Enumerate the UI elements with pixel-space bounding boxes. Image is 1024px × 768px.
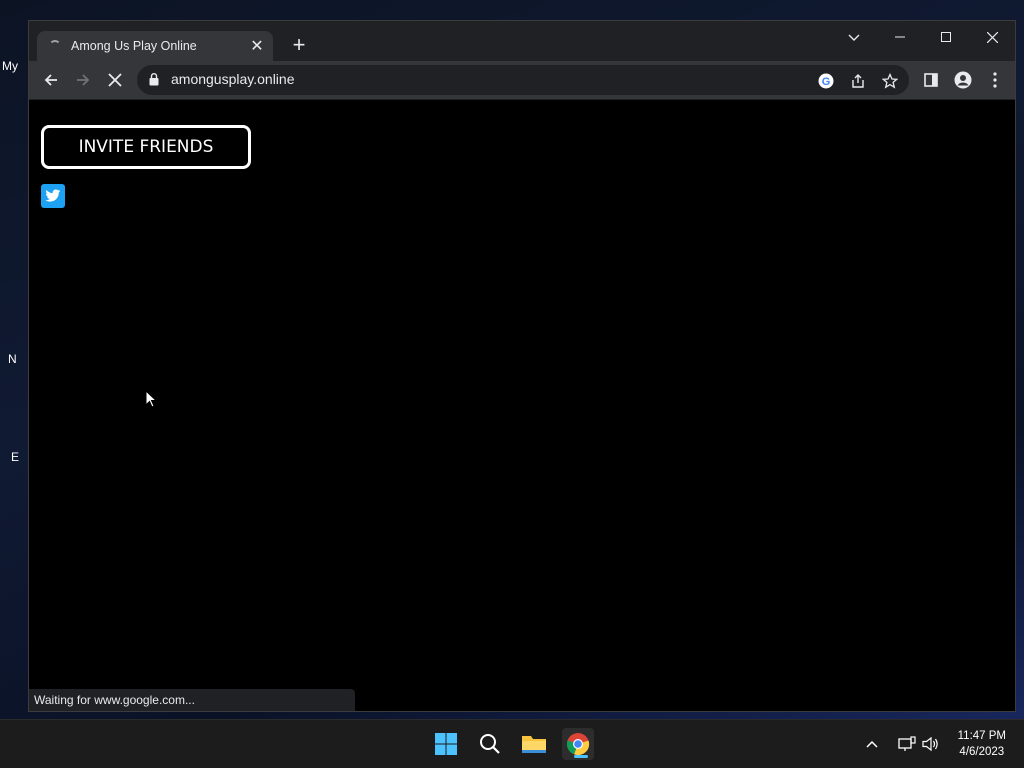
loading-spinner-icon — [49, 40, 61, 52]
browser-window: Among Us Play Online ✕ + amongusplay.onl… — [28, 20, 1016, 712]
twitter-icon[interactable] — [41, 184, 65, 208]
desktop-label-fragment: My — [2, 59, 18, 73]
address-bar[interactable]: amongusplay.online G — [137, 65, 909, 95]
windows-start-icon[interactable] — [430, 728, 462, 760]
maximize-icon — [941, 32, 951, 42]
arrow-left-icon — [44, 74, 57, 86]
file-explorer-icon[interactable] — [518, 728, 550, 760]
minimize-icon — [895, 36, 905, 38]
stop-icon — [108, 73, 122, 87]
status-bubble: Waiting for www.google.com... — [29, 689, 355, 711]
side-panel-icon — [924, 73, 938, 87]
svg-text:G: G — [822, 76, 831, 88]
volume-icon[interactable] — [922, 720, 940, 768]
clock-time: 11:47 PM — [957, 730, 1006, 742]
back-button[interactable] — [39, 68, 63, 92]
taskbar: 11:47 PM 4/6/2023 — [0, 719, 1024, 768]
clock[interactable]: 11:47 PM 4/6/2023 — [958, 728, 1006, 760]
bookmark-star-icon[interactable] — [881, 72, 899, 90]
active-indicator — [574, 755, 588, 758]
desktop-label-fragment: N — [8, 352, 17, 366]
side-panel-button[interactable] — [919, 68, 943, 92]
url-text: amongusplay.online — [171, 71, 295, 87]
clock-date: 4/6/2023 — [959, 746, 1005, 758]
new-tab-button[interactable]: + — [287, 34, 311, 58]
browser-toolbar: amongusplay.online G — [29, 61, 1015, 100]
more-vert-icon — [993, 72, 997, 88]
chrome-icon[interactable] — [562, 728, 594, 760]
mouse-cursor-icon — [145, 389, 158, 413]
google-lens-icon[interactable]: G — [817, 72, 835, 90]
title-bar: Among Us Play Online ✕ + — [29, 21, 1015, 61]
lock-icon[interactable] — [149, 73, 159, 89]
close-window-button[interactable] — [969, 21, 1015, 53]
minimize-button[interactable] — [877, 21, 923, 53]
desktop-label-fragment: E — [11, 450, 20, 464]
tab-close-icon[interactable]: ✕ — [247, 36, 267, 56]
tab-search-button[interactable] — [843, 27, 865, 49]
network-icon[interactable] — [898, 720, 916, 768]
show-hidden-icons-button[interactable] — [866, 720, 878, 768]
share-icon[interactable] — [849, 72, 867, 90]
close-icon — [986, 31, 998, 43]
chevron-down-icon — [848, 34, 860, 41]
menu-button[interactable] — [983, 68, 1007, 92]
search-icon[interactable] — [474, 728, 506, 760]
maximize-button[interactable] — [923, 21, 969, 53]
invite-friends-button[interactable]: INVITE FRIENDS — [41, 125, 251, 169]
desktop-icons-strip: My N E — [0, 0, 28, 720]
stop-loading-button[interactable] — [103, 68, 127, 92]
tab-title: Among Us Play Online — [71, 39, 197, 53]
arrow-right-icon — [77, 74, 90, 86]
forward-button[interactable] — [71, 68, 95, 92]
page-content: INVITE FRIENDS Waiting for www.google.co… — [29, 100, 1015, 711]
profile-button[interactable] — [951, 68, 975, 92]
profile-icon — [954, 71, 972, 89]
chevron-up-icon — [866, 740, 878, 748]
tab-among-us[interactable]: Among Us Play Online ✕ — [37, 31, 273, 61]
